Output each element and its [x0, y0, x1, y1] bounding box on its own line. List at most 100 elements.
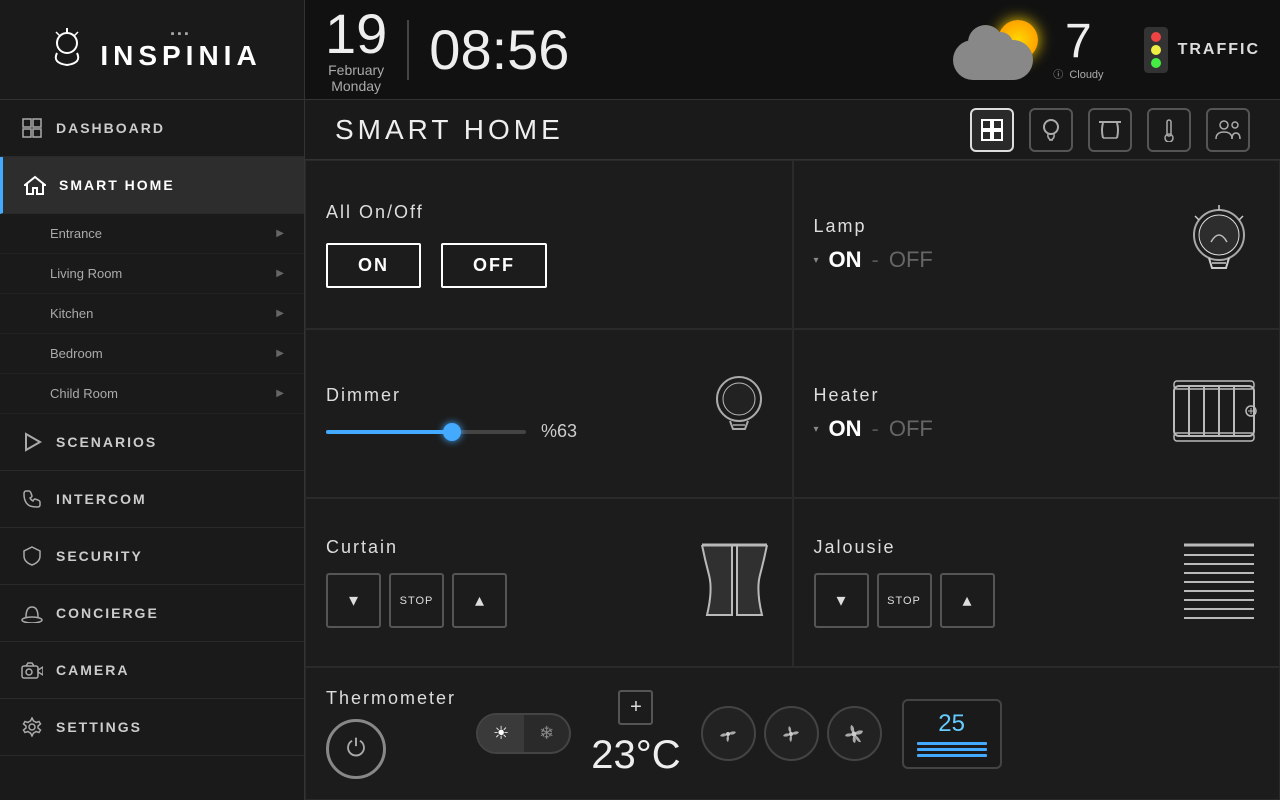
sidebar-item-intercom[interactable]: INTERCOM: [0, 471, 304, 528]
dimmer-slider-thumb[interactable]: [443, 423, 461, 441]
scenarios-label: SCENARIOS: [56, 434, 157, 450]
kitchen-label: Kitchen: [50, 306, 93, 321]
lamp-dropdown-arrow[interactable]: ▾: [814, 255, 819, 266]
lamp-sep: -: [872, 247, 879, 273]
fan-med-btn[interactable]: [764, 706, 819, 761]
thermo-left: Thermometer ⏻: [326, 688, 456, 779]
temp-view-btn[interactable]: [1147, 108, 1191, 152]
tl-red: [1151, 32, 1161, 42]
date-month: February Monday: [325, 62, 387, 94]
heater-dropdown-arrow[interactable]: ▾: [814, 424, 819, 435]
temp-plus-button[interactable]: +: [618, 690, 653, 725]
sidebar-item-concierge[interactable]: CONCIERGE: [0, 585, 304, 642]
lamp-state-on[interactable]: ON: [829, 247, 862, 273]
lamp-state-off[interactable]: OFF: [889, 247, 933, 273]
people-view-btn[interactable]: [1206, 108, 1250, 152]
dimmer-slider-fill: [326, 430, 452, 434]
hat-icon: [20, 601, 44, 625]
sidebar-item-dashboard[interactable]: DASHBOARD: [0, 100, 304, 157]
jalousie-icon: [1179, 540, 1259, 625]
traffic-block[interactable]: TRAFFIC: [1144, 27, 1260, 73]
brand-name: INSPINIA: [100, 40, 261, 72]
curtain-view-btn[interactable]: [1088, 108, 1132, 152]
dimmer-slider-area: %63: [326, 421, 697, 442]
shield-icon: [20, 544, 44, 568]
curtain-icon: [697, 540, 772, 625]
sidebar-item-smart-home[interactable]: SMART HOME: [0, 157, 304, 214]
jalousie-stop-btn[interactable]: STOP: [877, 573, 932, 628]
heater-info: Heater ▾ ON - OFF: [814, 385, 1160, 442]
jalousie-down-btn[interactable]: ▾: [814, 573, 869, 628]
date-number: 19: [325, 6, 387, 62]
time-divider: [407, 20, 409, 80]
lamp-icon-area: [1179, 200, 1259, 290]
all-off-button[interactable]: OFF: [441, 243, 547, 288]
lamp-info: Lamp ▾ ON - OFF: [814, 216, 1170, 273]
jalousie-up-btn[interactable]: ▴: [940, 573, 995, 628]
thermo-power-btn[interactable]: ⏻: [326, 719, 386, 779]
subnav-kitchen[interactable]: Kitchen ▶: [0, 294, 304, 334]
tl-green: [1151, 58, 1161, 68]
home-icon: [23, 173, 47, 197]
subnav-entrance[interactable]: Entrance ▶: [0, 214, 304, 254]
curtain-left: Curtain ▾ STOP ▴: [326, 537, 687, 628]
cool-mode-btn[interactable]: ❄: [524, 715, 569, 752]
jalousie-buttons: ▾ STOP ▴: [814, 573, 1170, 628]
thermo-title: Thermometer: [326, 688, 456, 709]
dimmer-card: Dimmer %63: [305, 329, 793, 498]
subnav-living-room[interactable]: Living Room ▶: [0, 254, 304, 294]
subnav-bedroom[interactable]: Bedroom ▶: [0, 334, 304, 374]
bedroom-label: Bedroom: [50, 346, 103, 361]
sidebar-item-settings[interactable]: SETTINGS: [0, 699, 304, 756]
sidebar-item-security[interactable]: SECURITY: [0, 528, 304, 585]
bulb-view-btn[interactable]: [1029, 108, 1073, 152]
bulb-icon: [1184, 200, 1254, 290]
subnav-child-room[interactable]: Child Room ▶: [0, 374, 304, 414]
dimmer-slider-track[interactable]: [326, 430, 526, 434]
time-display: 08:56: [429, 17, 569, 82]
curtain-title: Curtain: [326, 537, 398, 557]
curtain-down-btn[interactable]: ▾: [326, 573, 381, 628]
phone-icon: [20, 487, 44, 511]
dimmer-percent: %63: [541, 421, 577, 442]
heater-icon: [1169, 371, 1259, 456]
tl-yellow: [1151, 45, 1161, 55]
date-time-area: 19 February Monday 08:56: [325, 6, 933, 94]
weather-info: 7 ⓘ Cloudy: [1053, 18, 1103, 81]
curtain-up-btn[interactable]: ▴: [452, 573, 507, 628]
view-icons: [970, 108, 1250, 152]
security-label: SECURITY: [56, 548, 143, 564]
heat-mode-btn[interactable]: ☀: [478, 715, 524, 752]
camera-icon: [20, 658, 44, 682]
cards-grid: All On/Off ON OFF Lamp ▾ ON - OFF: [305, 160, 1280, 800]
sidebar-item-scenarios[interactable]: SCENARIOS: [0, 414, 304, 471]
fan-high-btn[interactable]: [827, 706, 882, 761]
intercom-label: INTERCOM: [56, 491, 147, 507]
entrance-label: Entrance: [50, 226, 102, 241]
living-room-chevron: ▶: [276, 268, 284, 279]
fan-buttons: [701, 706, 882, 761]
fan-low-btn[interactable]: [701, 706, 756, 761]
heater-state-on[interactable]: ON: [829, 416, 862, 442]
mode-toggle: ☀ ❄: [476, 713, 571, 754]
all-onoff-card: All On/Off ON OFF: [305, 160, 793, 329]
heater-sep: -: [872, 416, 879, 442]
date-block: 19 February Monday: [325, 6, 387, 94]
onoff-buttons: ON OFF: [326, 243, 772, 288]
sidebar: ▪▪▪ INSPINIA DASHBOARD SMART HOME Entran…: [0, 0, 305, 800]
dimmer-bulb-icon: [707, 369, 772, 459]
camera-label: CAMERA: [56, 662, 129, 678]
entrance-chevron: ▶: [276, 228, 284, 239]
page-header: SMART HOME: [305, 100, 1280, 160]
all-on-button[interactable]: ON: [326, 243, 421, 288]
heater-state-off[interactable]: OFF: [889, 416, 933, 442]
lamp-card: Lamp ▾ ON - OFF: [793, 160, 1280, 329]
ac-line-1: [917, 742, 987, 745]
jalousie-title: Jalousie: [814, 537, 896, 557]
logo-text: ▪▪▪ INSPINIA: [100, 28, 261, 72]
page-title: SMART HOME: [335, 114, 950, 146]
curtain-stop-btn[interactable]: STOP: [389, 573, 444, 628]
sidebar-item-camera[interactable]: CAMERA: [0, 642, 304, 699]
grid-icon: [20, 116, 44, 140]
grid-view-btn[interactable]: [970, 108, 1014, 152]
